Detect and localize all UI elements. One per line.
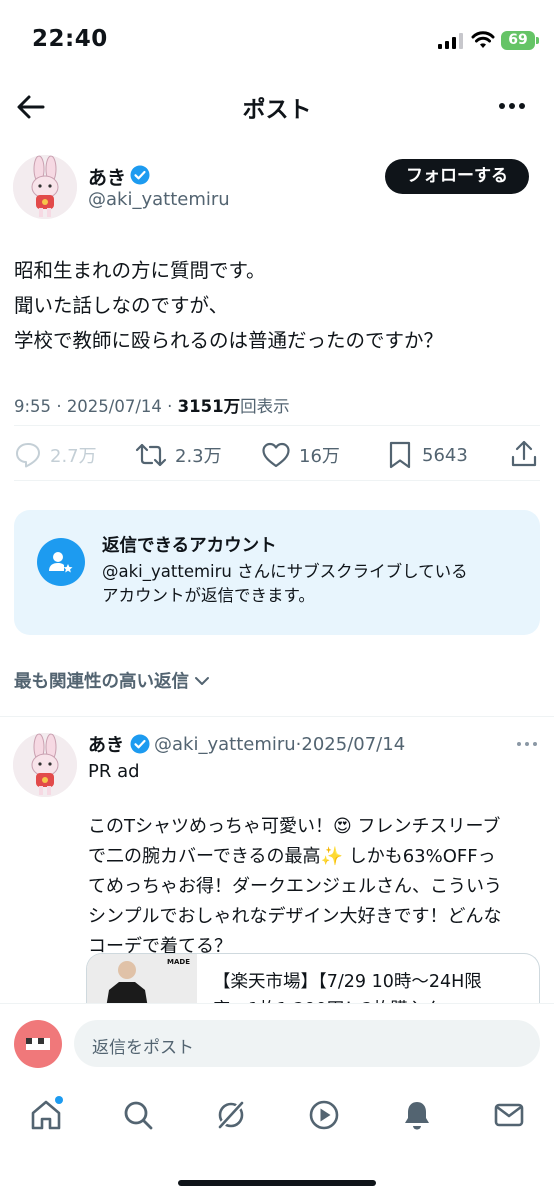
reply-header: あき @aki_yattemiru · 2025/07/14 bbox=[88, 731, 405, 757]
restriction-title: 返信できるアカウント bbox=[102, 536, 277, 556]
divider bbox=[14, 480, 540, 481]
restriction-body: @aki_yattemiru さんにサブスクライブしている アカウントが返信でき… bbox=[102, 560, 522, 608]
reply-action[interactable]: 2.7万 bbox=[14, 438, 97, 472]
wifi-icon bbox=[471, 31, 495, 48]
card-title-line: 【楽天市場】【7/29 10時～24H限 bbox=[213, 972, 482, 992]
ad-label: PR ad bbox=[88, 761, 140, 782]
reply-sort-dropdown[interactable]: 最も関連性の高い返信 bbox=[14, 668, 211, 693]
reply-restriction-notice: 返信できるアカウント @aki_yattemiru さんにサブスクライブしている… bbox=[14, 510, 540, 635]
battery-indicator: 69 bbox=[501, 31, 535, 50]
repost-icon bbox=[135, 443, 167, 467]
notification-dot bbox=[55, 1096, 63, 1104]
tab-grok[interactable] bbox=[211, 1095, 251, 1135]
battery-tip bbox=[536, 37, 539, 44]
reply-text-line: てめっちゃお得！ダークエンジェルさん、こういう bbox=[88, 876, 502, 897]
reply-more-icon[interactable] bbox=[516, 741, 538, 747]
page-title: ポスト bbox=[242, 97, 312, 123]
status-time: 22:40 bbox=[32, 26, 108, 52]
bookmark-action[interactable]: 5643 bbox=[386, 438, 468, 472]
verified-badge-icon bbox=[130, 734, 150, 754]
post-text-line: 昭和生まれの方に質問です。 bbox=[14, 259, 266, 282]
post-date: 2025/07/14 bbox=[66, 397, 162, 416]
reply-text-line: シンプルでおしゃれなデザイン大好きです！どんな bbox=[88, 906, 502, 927]
tab-notifications[interactable] bbox=[397, 1095, 437, 1135]
reply-author-handle[interactable]: @aki_yattemiru bbox=[154, 734, 296, 755]
view-label: 回表示 bbox=[240, 397, 290, 416]
follow-button[interactable]: フォローする bbox=[385, 159, 529, 194]
home-indicator bbox=[178, 1180, 376, 1186]
view-count[interactable]: 3151万 bbox=[178, 397, 240, 416]
reply-composer: 返信をポスト bbox=[0, 1003, 554, 1082]
reply-author-avatar[interactable] bbox=[13, 733, 77, 797]
pixel-avatar-icon bbox=[26, 1038, 50, 1050]
card-thumb-text: MADE bbox=[167, 958, 190, 966]
post-text: 昭和生まれの方に質問です。 聞いた話しなのですが、 学校で教師に殴られるのは普通… bbox=[14, 253, 534, 358]
heart-icon bbox=[262, 442, 290, 468]
author-name[interactable]: あき bbox=[88, 163, 126, 190]
chevron-down-icon bbox=[195, 676, 209, 685]
reply-text-line: このTシャツめっちゃ可愛い！😍 フレンチスリーブ bbox=[88, 816, 501, 837]
post-text-line: 聞いた話しなのですが、 bbox=[14, 294, 229, 317]
reply-text: このTシャツめっちゃ可愛い！😍 フレンチスリーブ で二の腕カバーできるの最高✨ … bbox=[88, 812, 544, 962]
like-count: 16万 bbox=[299, 446, 340, 467]
rabbit-avatar-icon bbox=[13, 733, 77, 797]
restriction-line: アカウントが返信できます。 bbox=[102, 586, 315, 605]
play-icon bbox=[309, 1100, 339, 1130]
bookmark-icon bbox=[389, 441, 411, 469]
author-handle[interactable]: @aki_yattemiru bbox=[88, 189, 230, 210]
repost-count: 2.3万 bbox=[175, 446, 222, 467]
verified-badge-icon bbox=[130, 165, 150, 185]
tab-video[interactable] bbox=[304, 1095, 344, 1135]
search-icon bbox=[124, 1101, 153, 1130]
reply-input-placeholder: 返信をポスト bbox=[92, 1038, 194, 1058]
divider bbox=[0, 716, 554, 717]
like-action[interactable]: 16万 bbox=[261, 438, 340, 472]
reply-input[interactable]: 返信をポスト bbox=[74, 1020, 540, 1067]
mail-icon bbox=[494, 1103, 524, 1127]
signal-icon bbox=[438, 33, 463, 49]
reply-author-name[interactable]: あき bbox=[88, 731, 124, 757]
grok-icon bbox=[216, 1099, 246, 1131]
share-icon[interactable] bbox=[510, 439, 538, 469]
divider bbox=[14, 425, 540, 426]
reply-text-line: で二の腕カバーできるの最高✨ しかも63%OFFっ bbox=[88, 846, 496, 867]
bookmark-count: 5643 bbox=[422, 444, 468, 466]
bell-icon bbox=[405, 1102, 429, 1130]
reply-count: 2.7万 bbox=[50, 446, 97, 467]
my-avatar[interactable] bbox=[14, 1020, 62, 1068]
subscriber-icon bbox=[37, 538, 85, 586]
tab-messages[interactable] bbox=[489, 1095, 529, 1135]
author-avatar[interactable] bbox=[13, 155, 77, 219]
reply-icon bbox=[16, 443, 40, 468]
tab-home[interactable] bbox=[26, 1095, 66, 1135]
sort-label: 最も関連性の高い返信 bbox=[14, 672, 189, 692]
status-bar: 22:40 69 bbox=[0, 0, 554, 80]
tab-search[interactable] bbox=[118, 1095, 158, 1135]
restriction-line: @aki_yattemiru さんにサブスクライブしている bbox=[102, 562, 468, 581]
reply-date: 2025/07/14 bbox=[301, 733, 406, 755]
rabbit-avatar-icon bbox=[13, 155, 77, 219]
more-options-icon[interactable] bbox=[498, 101, 526, 111]
repost-action[interactable]: 2.3万 bbox=[135, 438, 222, 472]
post-time: 9:55 bbox=[14, 397, 52, 416]
post-meta: 9:55 · 2025/07/14 · 3151万回表示 bbox=[14, 397, 290, 416]
post-text-line: 学校で教師に殴られるのは普通だったのですか？ bbox=[14, 329, 444, 352]
